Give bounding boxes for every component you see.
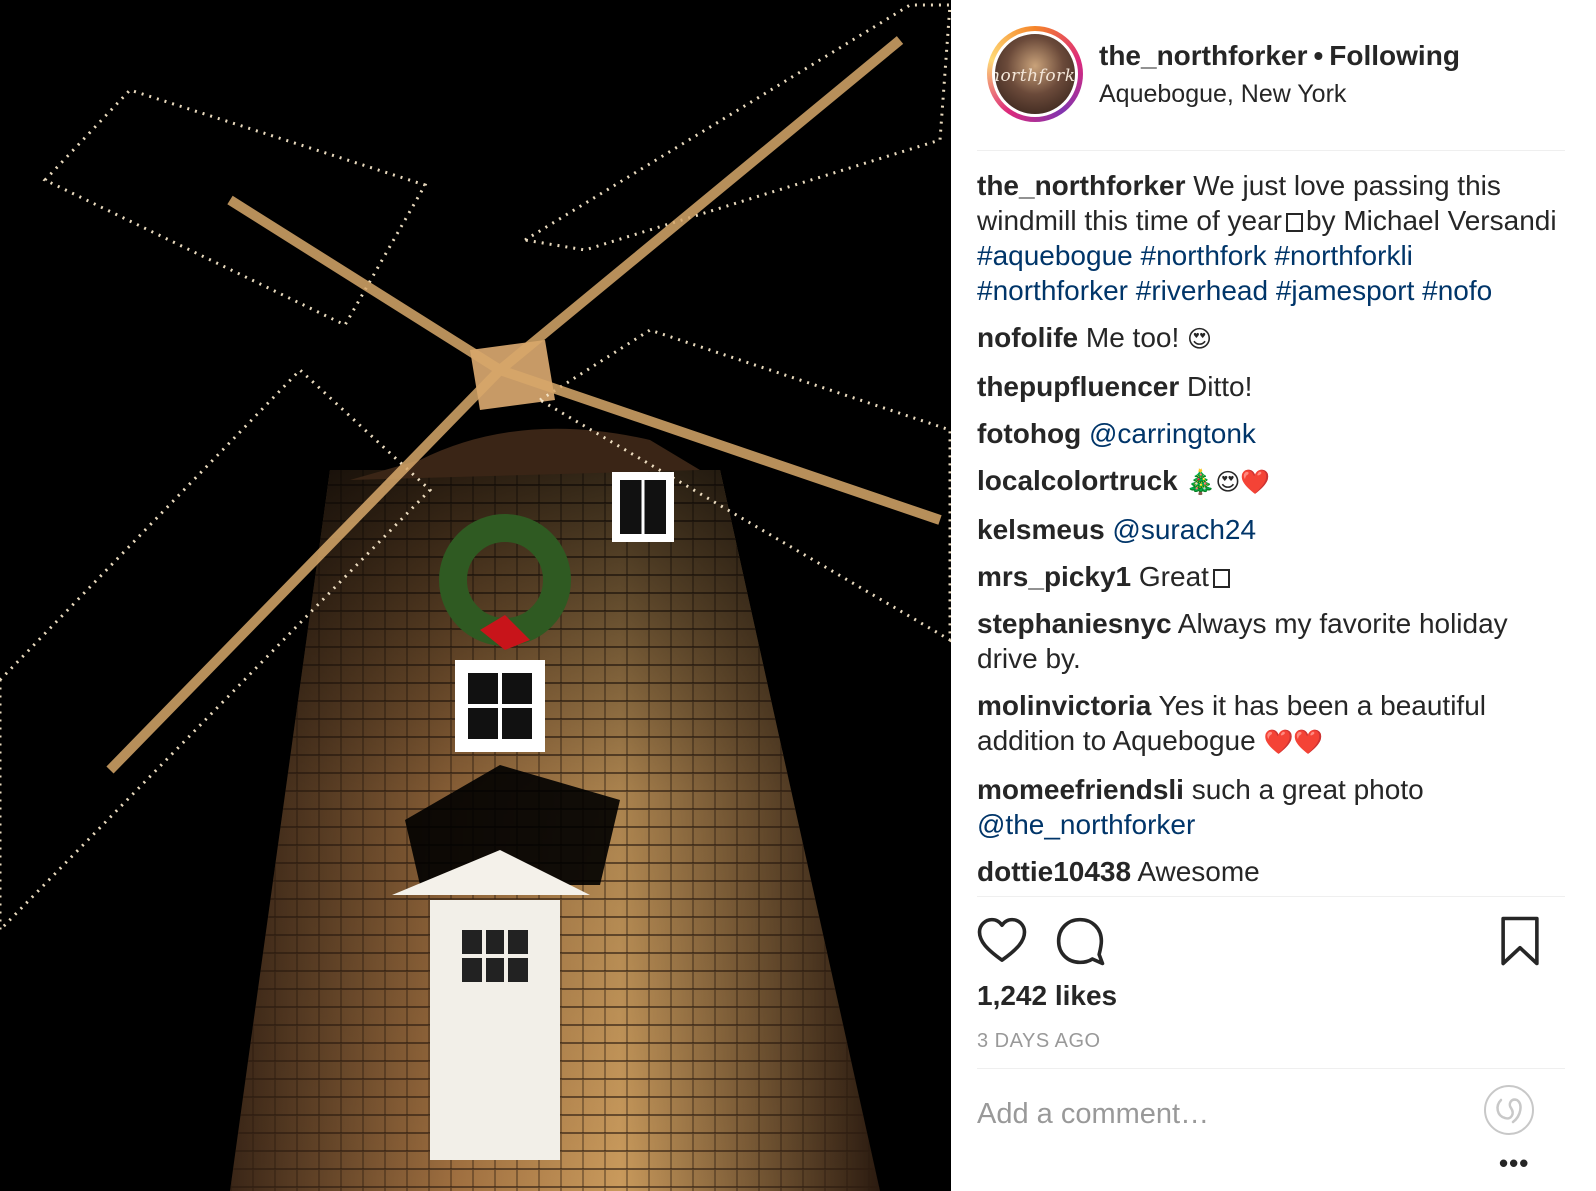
- hashtag-link[interactable]: #northforkli: [1274, 240, 1413, 271]
- comment-username[interactable]: kelsmeus: [977, 514, 1105, 545]
- header-divider: [977, 150, 1565, 151]
- likes-count[interactable]: 1,242 likes: [977, 980, 1117, 1012]
- comment-username[interactable]: localcolortruck: [977, 465, 1178, 496]
- missing-glyph-icon: [1285, 213, 1303, 232]
- comment-username[interactable]: molinvictoria: [977, 690, 1151, 721]
- username-link[interactable]: the_northforker: [1099, 40, 1307, 71]
- location-link[interactable]: Aquebogue, New York: [1099, 80, 1346, 109]
- action-bar: [973, 914, 1568, 974]
- comments-divider: [977, 896, 1565, 897]
- comment-text: Ditto!: [1187, 371, 1253, 402]
- avatar-logo-text: northforker: [992, 66, 1076, 86]
- mention-link[interactable]: @surach24: [1112, 514, 1256, 545]
- comment-item: dottie10438 Awesome: [977, 854, 1565, 889]
- add-comment-divider: [977, 1068, 1565, 1069]
- missing-glyph-icon: [1212, 569, 1230, 588]
- comment-text: Me too!: [1085, 322, 1180, 353]
- comment-username[interactable]: thepupfluencer: [977, 371, 1179, 402]
- comment-text: such a great photo: [1191, 774, 1424, 805]
- comment-username[interactable]: mrs_picky1: [977, 561, 1131, 592]
- avatar[interactable]: northforker: [987, 26, 1083, 122]
- more-options-button[interactable]: •••: [1499, 1148, 1529, 1179]
- like-button[interactable]: [975, 914, 1029, 968]
- comment-bubble-icon: [1056, 917, 1105, 966]
- post-side-panel: northforker the_northforker•Following Aq…: [951, 0, 1596, 1191]
- hashtag-link[interactable]: #northforker: [977, 275, 1128, 306]
- comment-username[interactable]: momeefriendsli: [977, 774, 1184, 805]
- avatar-image[interactable]: northforker: [992, 31, 1078, 117]
- caption-credit: by Michael Versandi: [1305, 205, 1557, 236]
- save-button[interactable]: [1493, 914, 1547, 968]
- comments-list[interactable]: the_northforker We just love passing thi…: [977, 168, 1565, 896]
- comment-item: fotohog @carringtonk: [977, 416, 1565, 451]
- comment-button[interactable]: [1053, 914, 1107, 968]
- comment-item: molinvictoria Yes it has been a beautifu…: [977, 688, 1565, 760]
- bookmark-icon: [1501, 916, 1539, 966]
- post-header: northforker the_northforker•Following Aq…: [971, 24, 1561, 124]
- comment-username[interactable]: fotohog: [977, 418, 1081, 449]
- comment-emoji: ❤️❤️: [1263, 728, 1324, 756]
- add-comment-input[interactable]: [977, 1098, 1477, 1131]
- comment-text: Awesome: [1137, 856, 1260, 887]
- comment-item: localcolortruck 🎄😍❤️: [977, 463, 1565, 500]
- windmill-photo: [0, 0, 951, 1191]
- mention-link[interactable]: @the_northforker: [977, 809, 1195, 840]
- caption: the_northforker We just love passing thi…: [977, 168, 1565, 308]
- comment-username[interactable]: nofolife: [977, 322, 1078, 353]
- following-button[interactable]: Following: [1329, 40, 1460, 71]
- post-photo[interactable]: [0, 0, 951, 1191]
- heart-icon: [977, 917, 1027, 962]
- hashtag-link[interactable]: #northfork: [1141, 240, 1267, 271]
- comment-username[interactable]: dottie10438: [977, 856, 1131, 887]
- extension-swirl-icon: [1484, 1085, 1534, 1135]
- hashtag-link[interactable]: #riverhead: [1136, 275, 1268, 306]
- comment-item: kelsmeus @surach24: [977, 512, 1565, 547]
- hashtag-link[interactable]: #aquebogue: [977, 240, 1133, 271]
- comment-emoji: 🎄😍❤️: [1185, 468, 1271, 496]
- comment-item: mrs_picky1 Great: [977, 559, 1565, 594]
- caption-username[interactable]: the_northforker: [977, 170, 1185, 201]
- comment-username[interactable]: stephaniesnyc: [977, 608, 1172, 639]
- comment-emoji: 😍: [1187, 325, 1213, 353]
- comment-item: stephaniesnyc Always my favorite holiday…: [977, 606, 1565, 676]
- post-timestamp[interactable]: 3 DAYS AGO: [977, 1030, 1101, 1053]
- separator-dot: •: [1313, 40, 1324, 71]
- mention-link[interactable]: @carringtonk: [1089, 418, 1256, 449]
- user-line: the_northforker • Following: [1099, 40, 1460, 72]
- comment-item: momeefriendsli such a great photo @the_n…: [977, 772, 1565, 842]
- hashtag-link[interactable]: #nofo: [1422, 275, 1492, 306]
- comment-item: nofolife Me too! 😍: [977, 320, 1565, 357]
- grammarly-extension-icon[interactable]: [1481, 1082, 1537, 1138]
- hashtag-link[interactable]: #jamesport: [1276, 275, 1415, 306]
- comment-item: thepupfluencer Ditto!: [977, 369, 1565, 404]
- comment-text: Great: [1138, 561, 1209, 592]
